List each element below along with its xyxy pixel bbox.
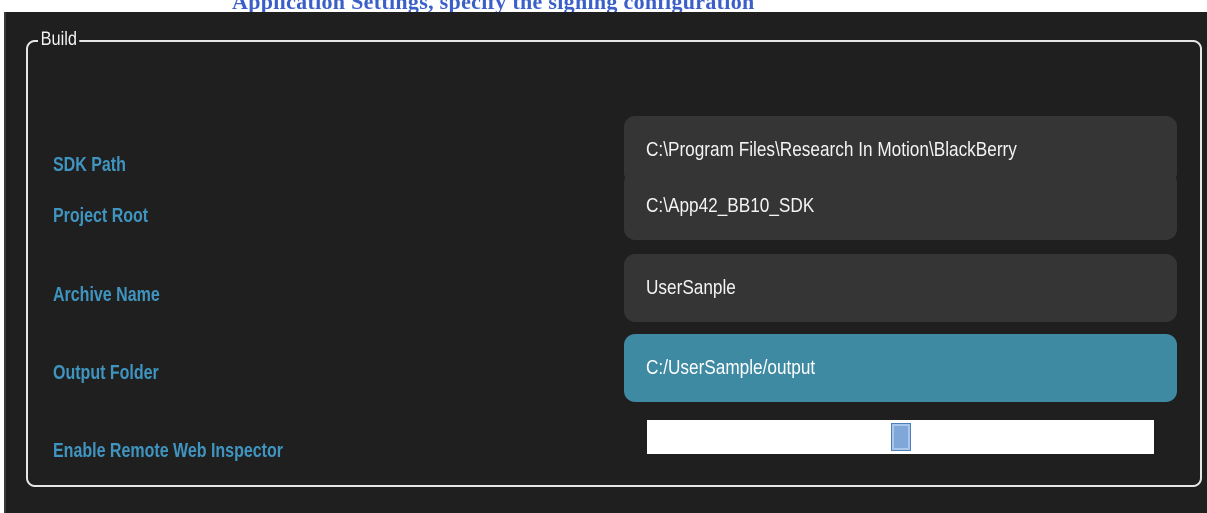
project-root-field[interactable]: C:\App42_BB10_SDK [624,172,1177,240]
project-root-value: C:\App42_BB10_SDK [646,194,815,217]
remote-inspector-label: Enable Remote Web Inspector [53,440,283,462]
build-group-title: Build [38,29,80,51]
page-heading-fragment: Application Settings, specify the signin… [232,0,755,12]
page-heading-strip: Application Settings, specify the signin… [0,0,1207,12]
output-folder-label: Output Folder [53,362,159,384]
archive-name-value: UserSanple [646,276,736,299]
sdk-path-value: C:\Program Files\Research In Motion\Blac… [646,138,1017,161]
sdk-path-label: SDK Path [53,154,126,176]
output-folder-field[interactable]: C:/UserSample/output [624,334,1177,402]
output-folder-value: C:/UserSample/output [646,356,816,379]
archive-name-field[interactable]: UserSanple [624,254,1177,322]
project-root-label: Project Root [53,205,149,227]
archive-name-label: Archive Name [53,284,160,306]
remote-inspector-slider-thumb[interactable] [891,423,911,451]
